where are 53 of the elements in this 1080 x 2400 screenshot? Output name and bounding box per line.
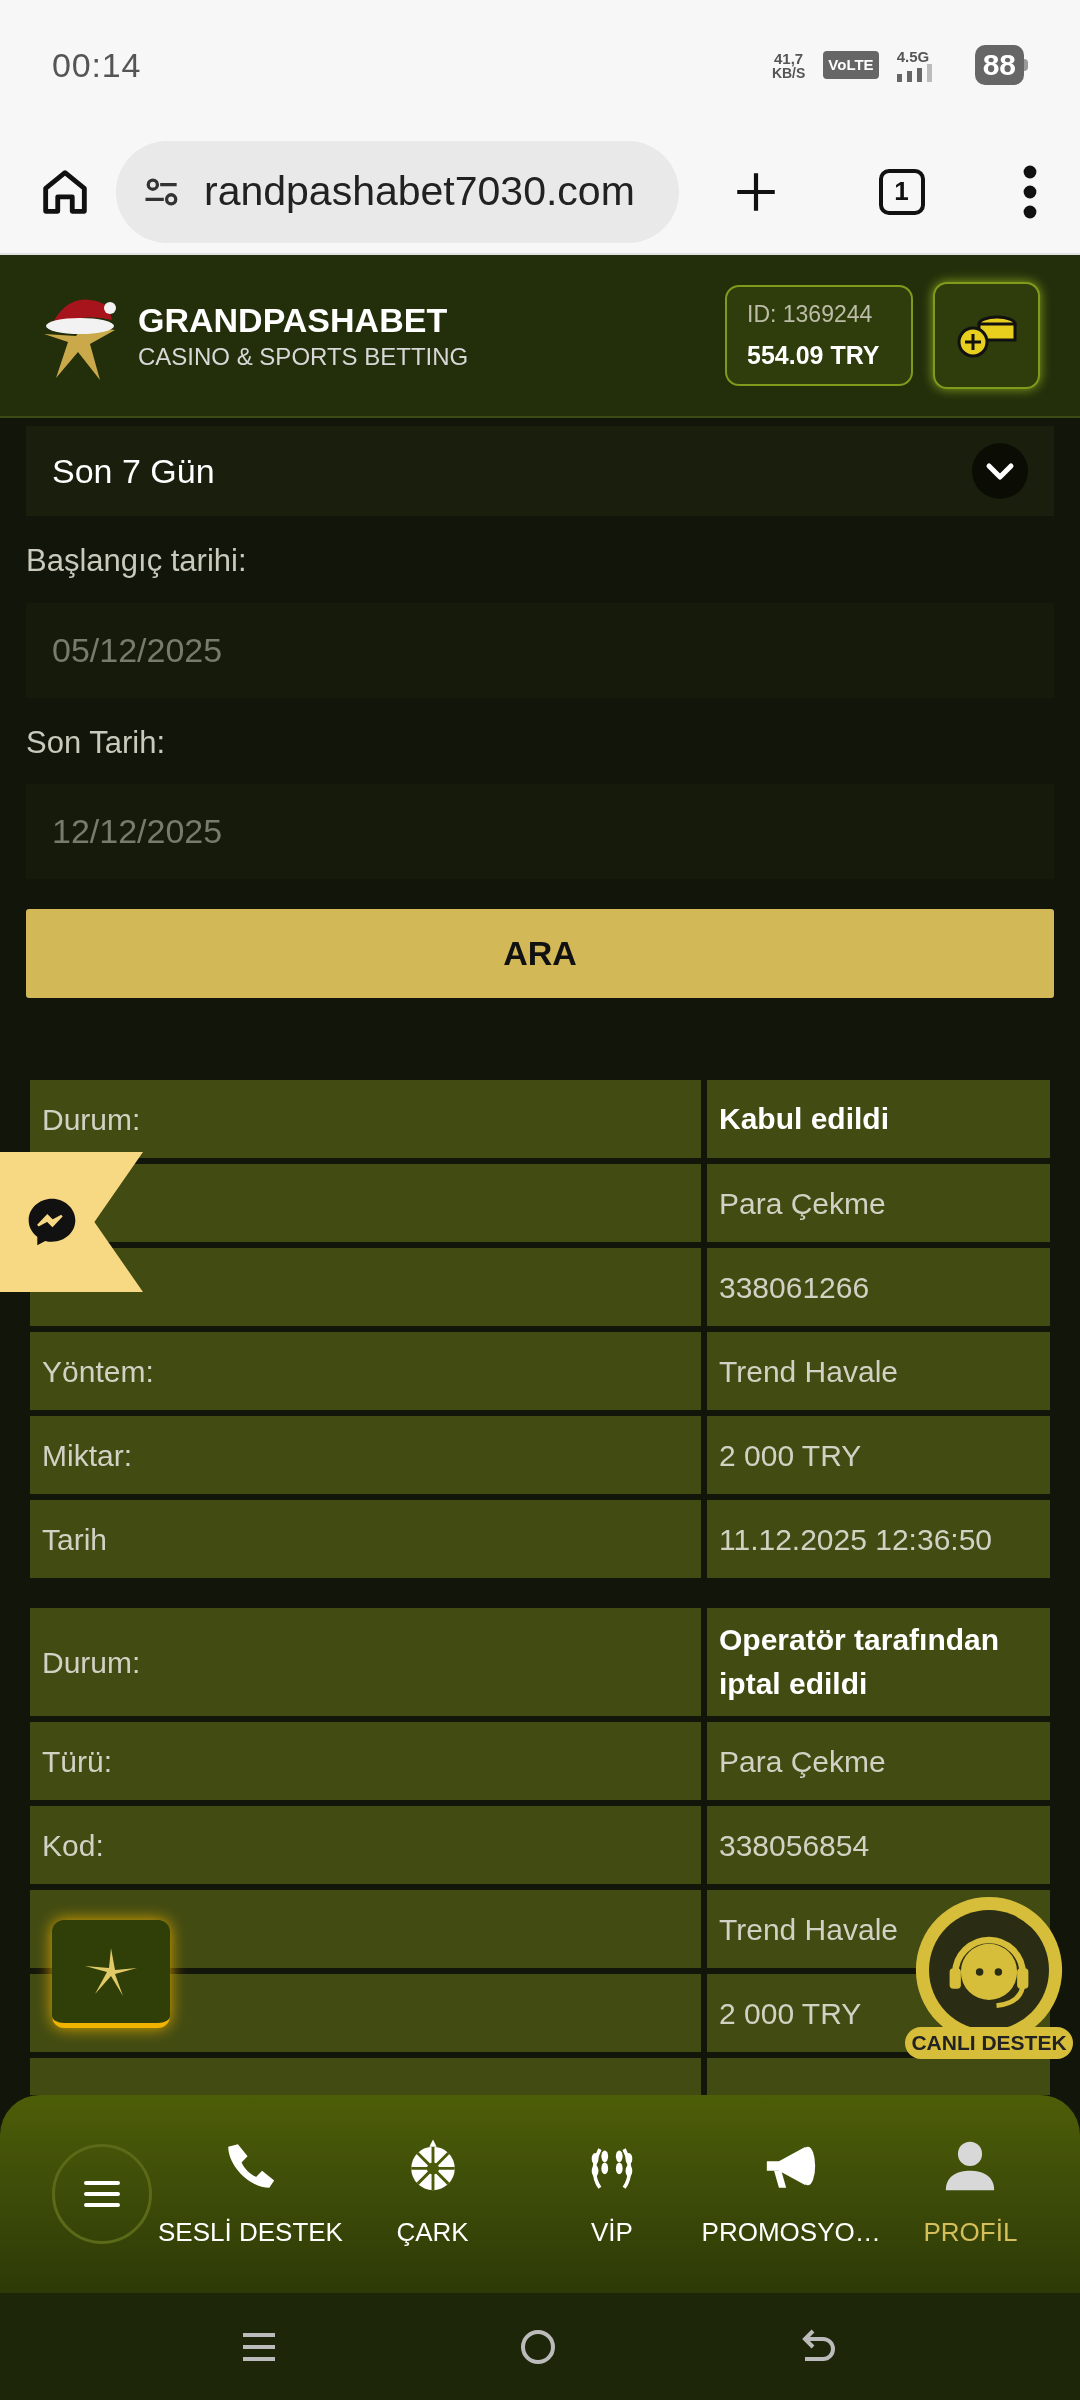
field-label: Tarih	[42, 1521, 108, 1558]
end-date-label: Son Tarih:	[26, 723, 166, 762]
field-label: Yöntem:	[42, 1353, 154, 1390]
volte-badge: VoLTE	[823, 50, 879, 80]
battery-level: 88	[974, 45, 1024, 85]
deposit-button[interactable]	[933, 282, 1040, 389]
status-value: Kabul edildi	[719, 1101, 889, 1137]
network-type: 4.5G	[896, 48, 930, 64]
home-circle-icon[interactable]	[519, 2327, 557, 2366]
field-label: Durum:	[42, 1101, 141, 1138]
casino-button[interactable]	[52, 1920, 170, 2028]
brand-tagline: CASINO & SPORTS BETTING	[138, 341, 469, 372]
field-label: Durum:	[42, 1644, 141, 1681]
field-label: Türü:	[42, 1743, 113, 1780]
end-date-field[interactable]: 12/12/2025	[26, 784, 1054, 879]
account-id: ID: 1369244	[747, 299, 874, 329]
field-value: Para Çekme	[719, 1185, 886, 1222]
tab-switcher[interactable]: 1	[878, 168, 925, 215]
brand-name: GRANDPASHABET	[138, 300, 449, 342]
field-value: Trend Havale	[719, 1353, 898, 1390]
live-support-label: CANLI DESTEK	[905, 2027, 1073, 2059]
field-value: 2 000 TRY	[719, 1437, 862, 1474]
nav-item[interactable]: VİP	[522, 2136, 702, 2252]
field-value: 338056854	[719, 1827, 870, 1864]
status-value: Operatör tarafından iptal edildi	[719, 1622, 1001, 1702]
field-value: 11.12.2025 12:36:50	[719, 1521, 993, 1558]
clock: 00:14	[52, 44, 142, 86]
search-button[interactable]: ARA	[26, 909, 1054, 998]
account-card[interactable]: ID: 1369244 554.09 TRY	[725, 285, 913, 386]
field-value: Para Çekme	[719, 1743, 886, 1780]
more-icon[interactable]	[1022, 163, 1038, 220]
field-value: 338061266	[719, 1269, 870, 1306]
nav-item[interactable]: PROFİL	[880, 2136, 1061, 2252]
field-label: Kod:	[42, 1827, 104, 1864]
balance: 554.09 TRY	[747, 340, 881, 371]
url-text: randpashabet7030.com	[204, 166, 635, 216]
speed-unit: KB/S	[771, 65, 806, 80]
chevron-down-icon	[972, 443, 1028, 499]
menu-button[interactable]	[52, 2144, 152, 2244]
nav-item[interactable]: ÇARK	[342, 2136, 523, 2252]
nav-item[interactable]: SESLİ DESTEK	[158, 2136, 343, 2252]
address-bar[interactable]: randpashabet7030.com	[116, 140, 679, 243]
live-support-button[interactable]: CANLI DESTEK	[902, 1895, 1076, 2075]
start-date-field[interactable]: 05/12/2025	[26, 602, 1054, 698]
field-label: Miktar:	[42, 1437, 132, 1474]
speed-value: 41,7	[774, 50, 804, 66]
menu-icon	[84, 2179, 120, 2209]
period-dropdown[interactable]: Son 7 Gün	[26, 426, 1054, 516]
field-value: Trend Havale	[719, 1911, 898, 1948]
field-value: 2 000 TRY	[719, 1995, 862, 2032]
start-date-label: Başlangıç tarihi:	[26, 542, 248, 580]
nav-item[interactable]: PROMOSYO…	[701, 2136, 881, 2252]
battery-tip	[1024, 59, 1028, 71]
